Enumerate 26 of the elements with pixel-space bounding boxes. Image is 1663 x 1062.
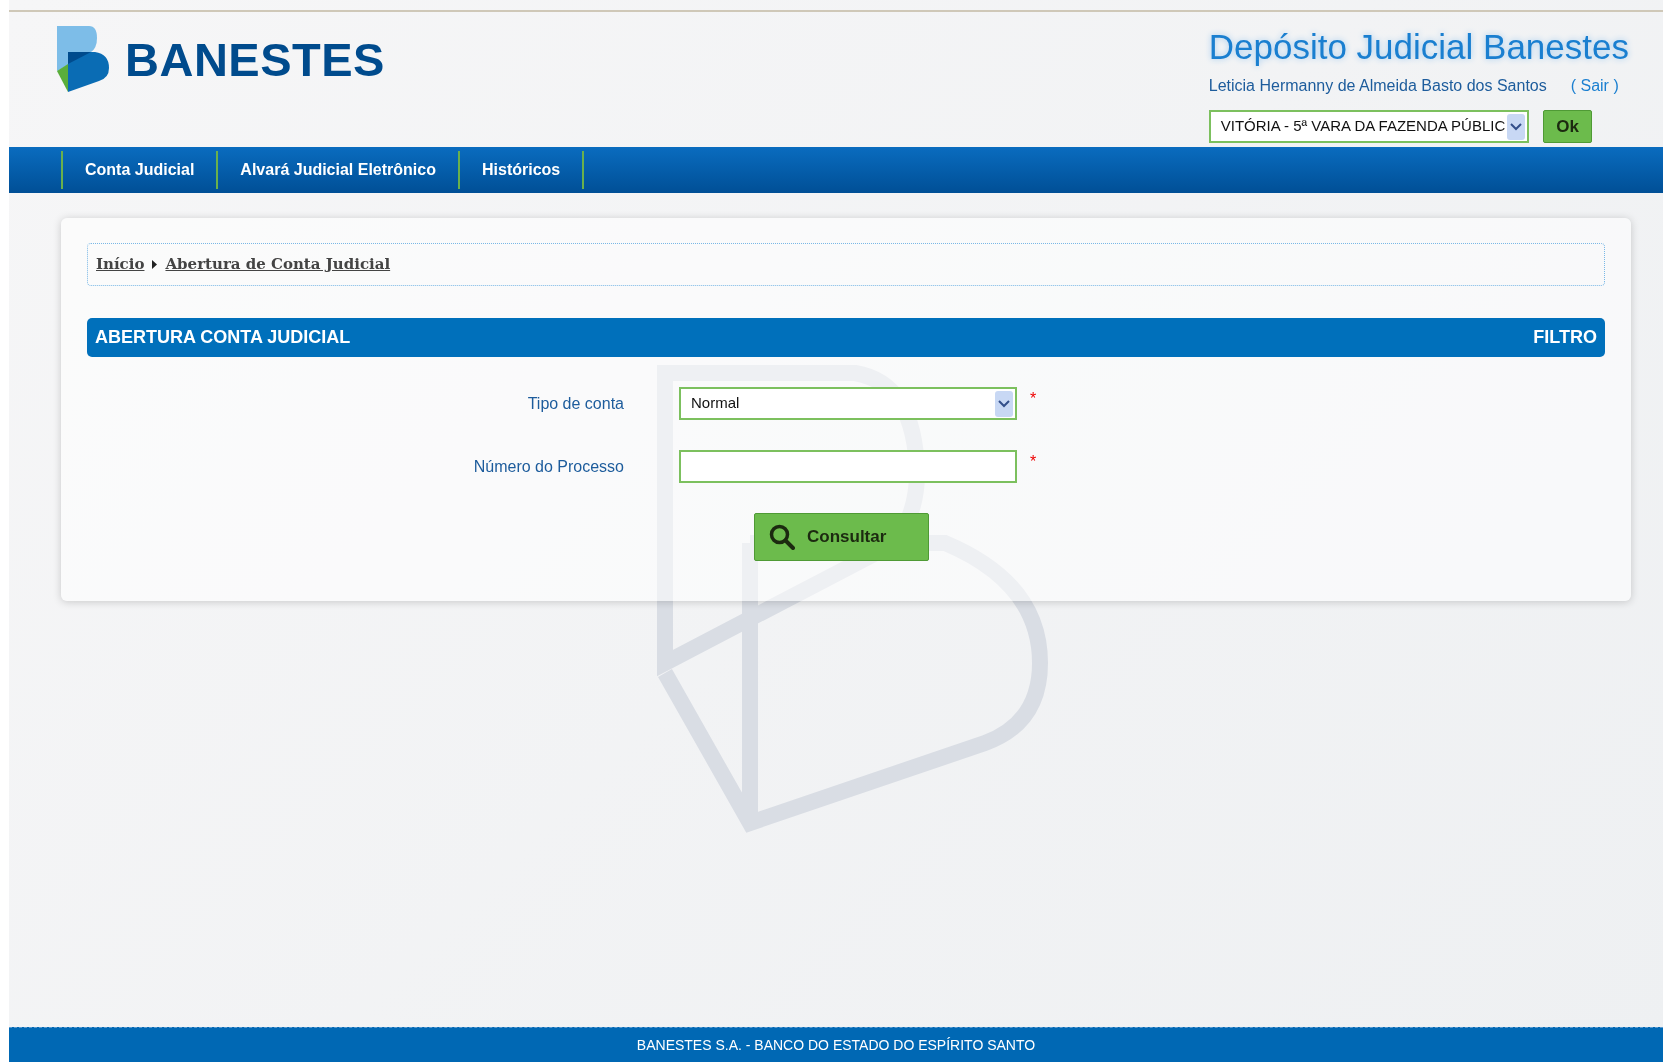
nav-link[interactable]: Históricos (458, 151, 585, 189)
breadcrumb-link[interactable]: Abertura de Conta Judicial (165, 253, 391, 276)
footer-text: BANESTES S.A. - BANCO DO ESTADO DO ESPÍRITO SANTO (9, 1027, 1663, 1062)
caret-icon (995, 390, 1013, 417)
input-field[interactable] (679, 450, 1017, 483)
field-label: Número do Processo (472, 456, 624, 477)
field-label: Tipo de conta (526, 393, 624, 414)
search-icon (769, 524, 795, 550)
ok-button[interactable]: Ok (1543, 110, 1592, 143)
logo-icon (57, 26, 109, 92)
required-mark: * (1030, 452, 1038, 472)
breadcrumb-link[interactable]: Início (96, 253, 145, 276)
nav-link[interactable]: Alvará Judicial Eletrônico (216, 151, 458, 189)
caret-icon (1507, 113, 1526, 140)
user-name: Leticia Hermanny de Almeida Basto dos Santos (1208, 76, 1547, 96)
consultar-button[interactable]: Consultar (754, 513, 929, 561)
filter-label: FILTRO (1533, 326, 1597, 349)
nav-link[interactable]: Conta Judicial (61, 151, 217, 189)
triangle-icon (152, 260, 158, 269)
unit-select[interactable]: VITÓRIA - 5ª VARA DA FAZENDA PÚBLIC (1208, 110, 1530, 143)
required-mark: * (1030, 389, 1038, 409)
account-type-select[interactable]: Normal (679, 387, 1017, 420)
logo-text: BANESTES (125, 35, 385, 83)
site-title: Depósito Judicial Banestes (1208, 26, 1629, 68)
logout-link[interactable]: ( Sair ) (1570, 74, 1619, 98)
panel-title: ABERTURA CONTA JUDICIAL (95, 326, 351, 349)
